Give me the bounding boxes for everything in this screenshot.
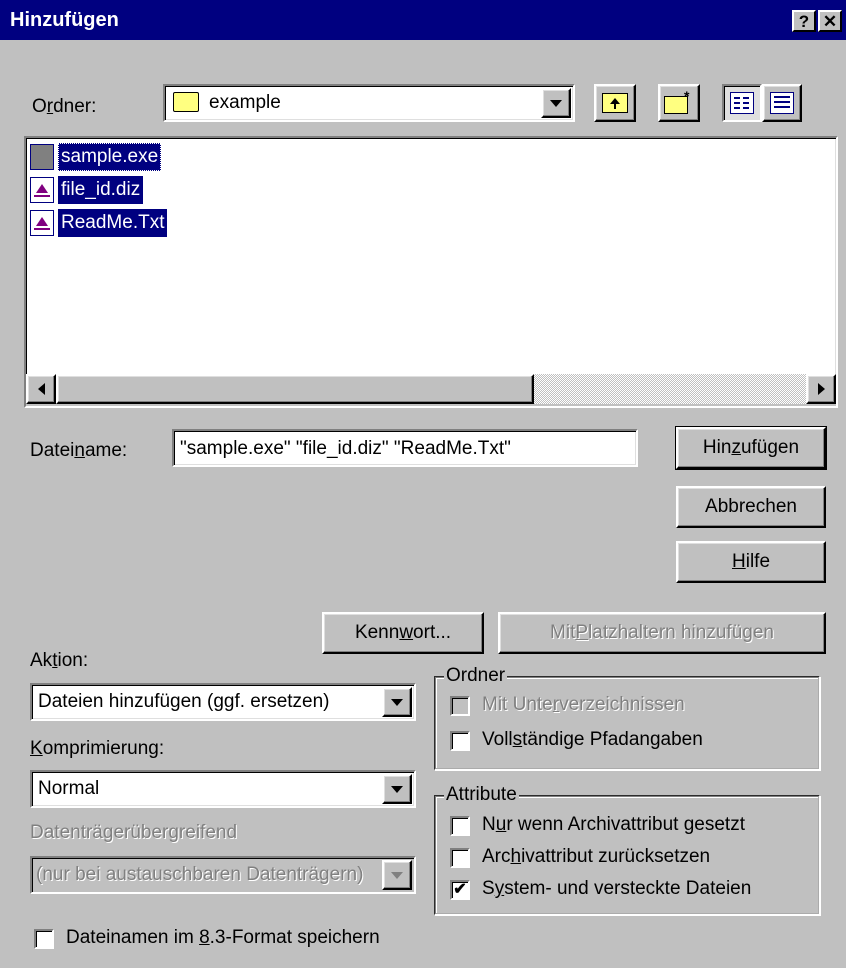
close-icon[interactable]: ✕ — [818, 10, 842, 32]
scroll-thumb[interactable] — [56, 374, 534, 404]
help-icon[interactable]: ? — [792, 10, 816, 32]
action-dropdown-button[interactable] — [382, 687, 412, 717]
folder-up-icon — [602, 93, 628, 113]
list-view-button[interactable] — [722, 84, 762, 122]
span-combo[interactable]: (nur bei austauschbaren Datenträgern) — [30, 856, 416, 894]
scroll-left-button[interactable] — [26, 374, 56, 404]
span-value: (nur bei austauschbaren Datenträgern) — [36, 864, 364, 885]
details-view-icon — [770, 92, 794, 114]
details-view-button[interactable] — [762, 84, 802, 122]
new-folder-button[interactable]: * — [658, 84, 700, 122]
folder-group-title: Ordner — [444, 665, 508, 687]
full-paths-checkbox[interactable] — [450, 731, 470, 751]
chevron-down-icon — [391, 871, 403, 879]
chevron-down-icon — [391, 698, 403, 706]
folder-icon — [173, 92, 199, 112]
only-archive-checkbox[interactable] — [450, 816, 470, 836]
span-label: Datenträgerübergreifend — [30, 822, 238, 843]
recurse-label: Mit Unterverzeichnissen — [482, 694, 685, 715]
arrow-left-icon — [37, 383, 45, 395]
store-83-checkbox[interactable] — [34, 929, 54, 949]
file-item[interactable]: file_id.diz — [30, 175, 144, 205]
compression-value: Normal — [38, 778, 100, 799]
only-archive-label: Nur wenn Archivattribut gesetzt — [482, 814, 745, 835]
system-hidden-label: System- und versteckte Dateien — [482, 878, 752, 899]
file-item[interactable]: ReadMe.Txt — [30, 208, 168, 238]
filename-label: Dateiname: — [30, 440, 128, 461]
file-item[interactable]: sample.exe — [30, 142, 162, 172]
file-name: sample.exe — [58, 143, 162, 171]
span-dropdown-button[interactable] — [382, 860, 412, 890]
chevron-down-icon — [391, 785, 403, 793]
help-button[interactable]: Hilfe — [676, 541, 826, 583]
horizontal-scrollbar[interactable] — [26, 374, 836, 406]
compression-label: Komprimierung: — [30, 738, 165, 759]
text-file-icon — [30, 177, 54, 203]
attributes-group-title: Attribute — [444, 784, 519, 806]
file-name: file_id.diz — [58, 176, 144, 204]
folder-combo[interactable]: example — [163, 84, 575, 122]
system-hidden-checkbox[interactable]: ✔ — [450, 880, 470, 900]
reset-archive-label: Archivattribut zurücksetzen — [482, 846, 711, 867]
folder-dropdown-button[interactable] — [541, 88, 571, 118]
window-title: Hinzufügen — [10, 9, 119, 31]
compression-dropdown-button[interactable] — [382, 774, 412, 804]
filename-input[interactable]: "sample.exe" "file_id.diz" "ReadMe.Txt" — [172, 429, 638, 467]
full-paths-label: Vollständige Pfadangaben — [482, 729, 703, 750]
add-button[interactable]: Hin z ufügen — [675, 426, 827, 470]
title-bar: Hinzufügen ? ✕ — [0, 0, 846, 40]
action-label: Aktion: — [30, 650, 89, 671]
chevron-down-icon — [550, 99, 562, 107]
cancel-button[interactable]: Abbrechen — [676, 486, 826, 528]
exe-file-icon — [30, 144, 54, 170]
folder-up-button[interactable] — [594, 84, 636, 122]
file-name: ReadMe.Txt — [58, 209, 168, 237]
password-button[interactable]: Kenn w ort... — [322, 612, 484, 654]
reset-archive-checkbox[interactable] — [450, 848, 470, 868]
recurse-checkbox[interactable] — [450, 696, 470, 716]
filename-value: "sample.exe" "file_id.diz" "ReadMe.Txt" — [180, 438, 511, 459]
folder-value: example — [209, 92, 281, 113]
action-combo[interactable]: Dateien hinzufügen (ggf. ersetzen) — [30, 683, 416, 721]
file-list[interactable]: sample.exe file_id.diz ReadMe.Txt — [24, 136, 838, 408]
scroll-right-button[interactable] — [806, 374, 836, 404]
store-83-label: Dateinamen im 8.3-Format speichern — [66, 927, 380, 948]
list-view-icon — [730, 92, 754, 114]
folder-group — [434, 676, 820, 770]
compression-combo[interactable]: Normal — [30, 770, 416, 808]
action-value: Dateien hinzufügen (ggf. ersetzen) — [38, 691, 330, 712]
scroll-track[interactable] — [534, 374, 806, 404]
folder-label: Ordner: — [32, 96, 97, 117]
arrow-right-icon — [817, 383, 825, 395]
text-file-icon — [30, 210, 54, 236]
add-wildcards-button[interactable]: Mit Platzhaltern hinzufügen — [498, 612, 826, 654]
check-icon: ✔ — [453, 881, 467, 898]
